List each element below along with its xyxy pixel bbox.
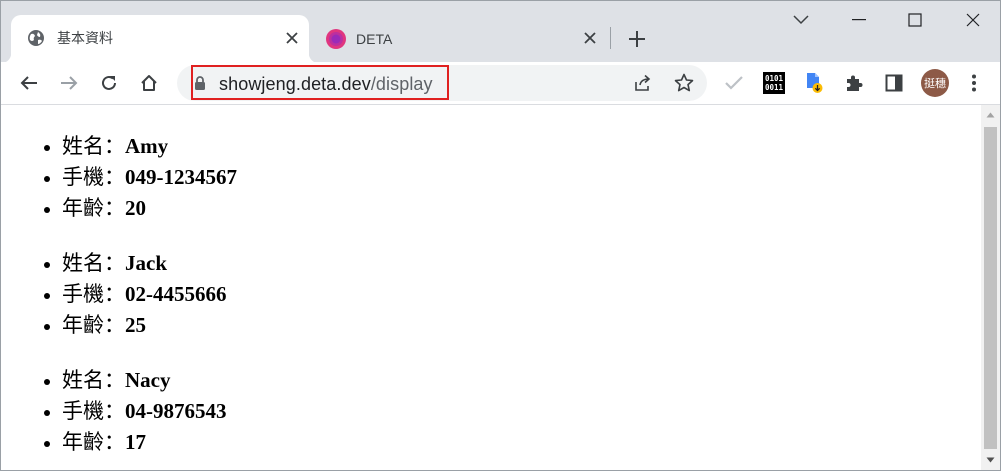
name-label: 姓名： <box>62 134 125 158</box>
age-label: 年齡： <box>62 313 125 337</box>
tab-title: 基本資料 <box>57 30 113 46</box>
close-tab-icon[interactable] <box>282 28 302 48</box>
person-list: 姓名：Nacy 手機：04-9876543 年齡：17 <box>1 364 981 457</box>
scrollbar-thumb[interactable] <box>984 127 997 449</box>
home-button[interactable] <box>134 68 164 98</box>
name-label: 姓名： <box>62 368 125 392</box>
reload-button[interactable] <box>94 68 124 98</box>
binary-extension-icon[interactable]: 0101 0011 <box>759 68 789 98</box>
person-list: 姓名：Jack 手機：02-4455666 年齡：25 <box>1 247 981 340</box>
list-item-age: 年齡：20 <box>62 192 981 223</box>
phone-label: 手機： <box>62 399 125 423</box>
list-item-age: 年齡：25 <box>62 309 981 340</box>
bookmark-star-icon[interactable] <box>669 68 699 98</box>
phone-label: 手機： <box>62 282 125 306</box>
list-item-phone: 手機：049-1234567 <box>62 161 981 192</box>
profile-avatar[interactable]: 挺穗 <box>921 69 949 97</box>
globe-icon <box>27 29 45 47</box>
name-value: Amy <box>125 134 169 158</box>
url-text[interactable]: showjeng.deta.dev/display <box>219 73 433 95</box>
phone-value: 02-4455666 <box>125 282 227 306</box>
age-label: 年齡： <box>62 430 125 454</box>
close-window-button[interactable] <box>961 9 985 31</box>
extensions-puzzle-icon[interactable] <box>839 68 869 98</box>
age-value: 25 <box>125 313 146 337</box>
tab-basic-info[interactable]: 基本資料 <box>1 15 319 63</box>
list-item-phone: 手機：04-9876543 <box>62 395 981 426</box>
kebab-menu-icon[interactable] <box>959 68 989 98</box>
scroll-up-arrow-icon[interactable] <box>981 105 1000 125</box>
phone-value: 049-1234567 <box>125 165 237 189</box>
scroll-down-arrow-icon[interactable] <box>981 450 1000 470</box>
age-value: 20 <box>125 196 146 220</box>
share-icon[interactable] <box>628 68 658 98</box>
new-tab-button[interactable] <box>623 26 651 52</box>
checkmark-extension-icon[interactable] <box>719 68 749 98</box>
close-tab-icon[interactable] <box>580 28 600 48</box>
document-download-extension-icon[interactable] <box>799 68 829 98</box>
list-item-phone: 手機：02-4455666 <box>62 278 981 309</box>
person-list: 姓名：Amy 手機：049-1234567 年齡：20 <box>1 130 981 223</box>
maximize-button[interactable] <box>903 9 927 31</box>
list-item-name: 姓名：Jack <box>62 247 981 278</box>
name-label: 姓名： <box>62 251 125 275</box>
minimize-button[interactable] <box>847 9 871 31</box>
address-bar[interactable]: showjeng.deta.dev/display <box>177 65 707 101</box>
list-item-name: 姓名：Amy <box>62 130 981 161</box>
deta-icon <box>326 29 346 49</box>
side-panel-icon[interactable] <box>879 68 909 98</box>
tab-separator <box>610 27 611 49</box>
tab-strip: 基本資料 DETA <box>1 1 1000 63</box>
back-button[interactable] <box>14 68 44 98</box>
tab-title: DETA <box>356 31 393 47</box>
url-path: /display <box>370 74 433 94</box>
lock-icon[interactable] <box>194 76 206 95</box>
vertical-scrollbar[interactable] <box>981 105 1000 470</box>
binary-bottom-text: 0011 <box>764 83 784 92</box>
browser-window: 基本資料 DETA showjeng.deta.dev/display 0101… <box>0 0 1001 471</box>
age-label: 年齡： <box>62 196 125 220</box>
browser-toolbar: showjeng.deta.dev/display 0101 0011 <box>1 62 1000 105</box>
list-item-age: 年齡：17 <box>62 426 981 457</box>
phone-label: 手機： <box>62 165 125 189</box>
forward-button[interactable] <box>54 68 84 98</box>
tab-deta[interactable]: DETA <box>315 15 611 61</box>
page-content: 姓名：Amy 手機：049-1234567 年齡：20 姓名：Jack 手機：0… <box>1 105 981 470</box>
name-value: Nacy <box>125 368 171 392</box>
url-host: showjeng.deta.dev <box>219 74 371 94</box>
binary-top-text: 0101 <box>764 74 784 83</box>
list-item-name: 姓名：Nacy <box>62 364 981 395</box>
phone-value: 04-9876543 <box>125 399 227 423</box>
tab-search-button[interactable] <box>789 9 813 31</box>
age-value: 17 <box>125 430 146 454</box>
name-value: Jack <box>125 251 167 275</box>
